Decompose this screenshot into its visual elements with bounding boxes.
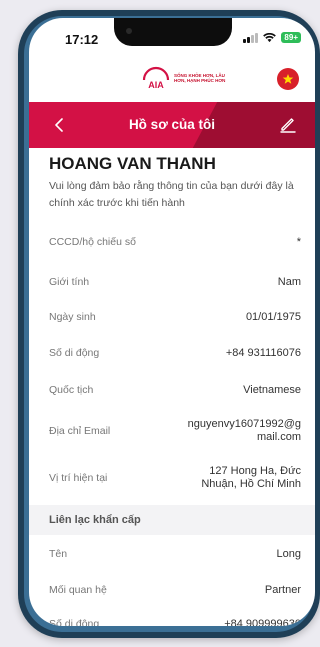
field-gender-label: Giới tính — [49, 276, 90, 288]
info-note: Vui lòng đảm bảo rằng thông tin của bạn … — [49, 180, 294, 209]
wifi-icon — [263, 32, 277, 42]
field-email-label: Địa chỉ Email — [49, 425, 111, 437]
field-email[interactable]: Địa chỉ Email nguyenvy16071992@g mail.co… — [49, 418, 301, 444]
field-phone-value: +84 931116076 — [225, 347, 301, 359]
field-id: CCCD/hộ chiếu số * — [49, 236, 301, 248]
svg-text:AIA: AIA — [148, 80, 164, 90]
status-time: 17:12 — [65, 32, 99, 47]
brand-tagline: SỐNG KHỎE HƠN, LÂU HƠN, HẠNH PHÚC HƠN — [174, 72, 226, 84]
field-dob-label: Ngày sinh — [49, 311, 96, 323]
emergency-phone-label: Số di động — [49, 618, 100, 626]
field-location-line2: Nhuận, Hồ Chí Minh — [201, 478, 301, 490]
emergency-phone[interactable]: Số di động +84 909999630 — [49, 618, 301, 626]
signal-icon — [243, 32, 259, 43]
star-icon — [282, 74, 294, 84]
aia-logo: AIA SỐNG KHỎE HƠN, LÂU HƠN, HẠNH PHÚC HƠ… — [141, 66, 228, 90]
field-dob[interactable]: Ngày sinh 01/01/1975 — [49, 311, 301, 323]
emergency-name-value: Long — [276, 548, 301, 560]
field-gender-value: Nam — [277, 276, 301, 288]
field-nationality[interactable]: Quốc tịch Vietnamese — [49, 384, 301, 396]
field-location[interactable]: Vị trí hiện tại 127 Hong Ha, Đức Nhuận, … — [49, 465, 301, 491]
field-nationality-label: Quốc tịch — [49, 384, 94, 396]
user-name: HOANG VAN THANH — [49, 154, 216, 173]
edit-icon[interactable] — [279, 115, 297, 133]
app-screen: 17:12 89+ AIA SỐNG KHỎE HƠN, LÂU HƠN, HẠ… — [29, 18, 315, 626]
field-location-value: 127 Hong Ha, Đức Nhuận, Hồ Chí Minh — [201, 465, 301, 491]
aia-logo-icon: AIA — [142, 66, 170, 90]
emergency-phone-value: +84 909999630 — [224, 618, 301, 626]
field-email-value: nguyenvy16071992@g mail.com — [188, 418, 301, 444]
field-email-line2: mail.com — [256, 431, 301, 443]
field-id-label: CCCD/hộ chiếu số — [49, 236, 136, 248]
title-bar: Hồ sơ của tôi — [29, 102, 315, 148]
status-icons: 89+ — [243, 32, 301, 43]
battery-icon: 89+ — [281, 32, 301, 43]
emergency-name-label: Tên — [49, 548, 68, 560]
emergency-relation-value: Partner — [264, 584, 301, 596]
app-header: AIA SỐNG KHỎE HƠN, LÂU HƠN, HẠNH PHÚC HƠ… — [29, 62, 315, 100]
field-dob-value: 01/01/1975 — [245, 311, 301, 323]
page-title: Hồ sơ của tôi — [128, 117, 216, 132]
field-email-line1: nguyenvy16071992@g — [187, 418, 301, 430]
field-gender[interactable]: Giới tính Nam — [49, 276, 301, 288]
field-phone[interactable]: Số di động +84 931116076 — [49, 347, 301, 359]
emergency-relation[interactable]: Mối quan hệ Partner — [49, 584, 301, 596]
status-bar: 17:12 89+ — [29, 18, 315, 62]
field-id-value: * — [296, 236, 301, 248]
field-phone-label: Số di động — [49, 347, 100, 359]
field-nationality-value: Vietnamese — [243, 384, 301, 396]
emergency-contact-section: Liên lạc khẩn cấp — [29, 505, 315, 535]
field-location-label: Vị trí hiện tại — [49, 472, 108, 484]
emergency-section-title: Liên lạc khẩn cấp — [49, 514, 141, 526]
emergency-relation-label: Mối quan hệ — [49, 584, 107, 596]
vietnam-flag-icon[interactable] — [277, 68, 299, 90]
emergency-name[interactable]: Tên Long — [49, 548, 301, 560]
field-location-line1: 127 Hong Ha, Đức — [209, 465, 301, 477]
